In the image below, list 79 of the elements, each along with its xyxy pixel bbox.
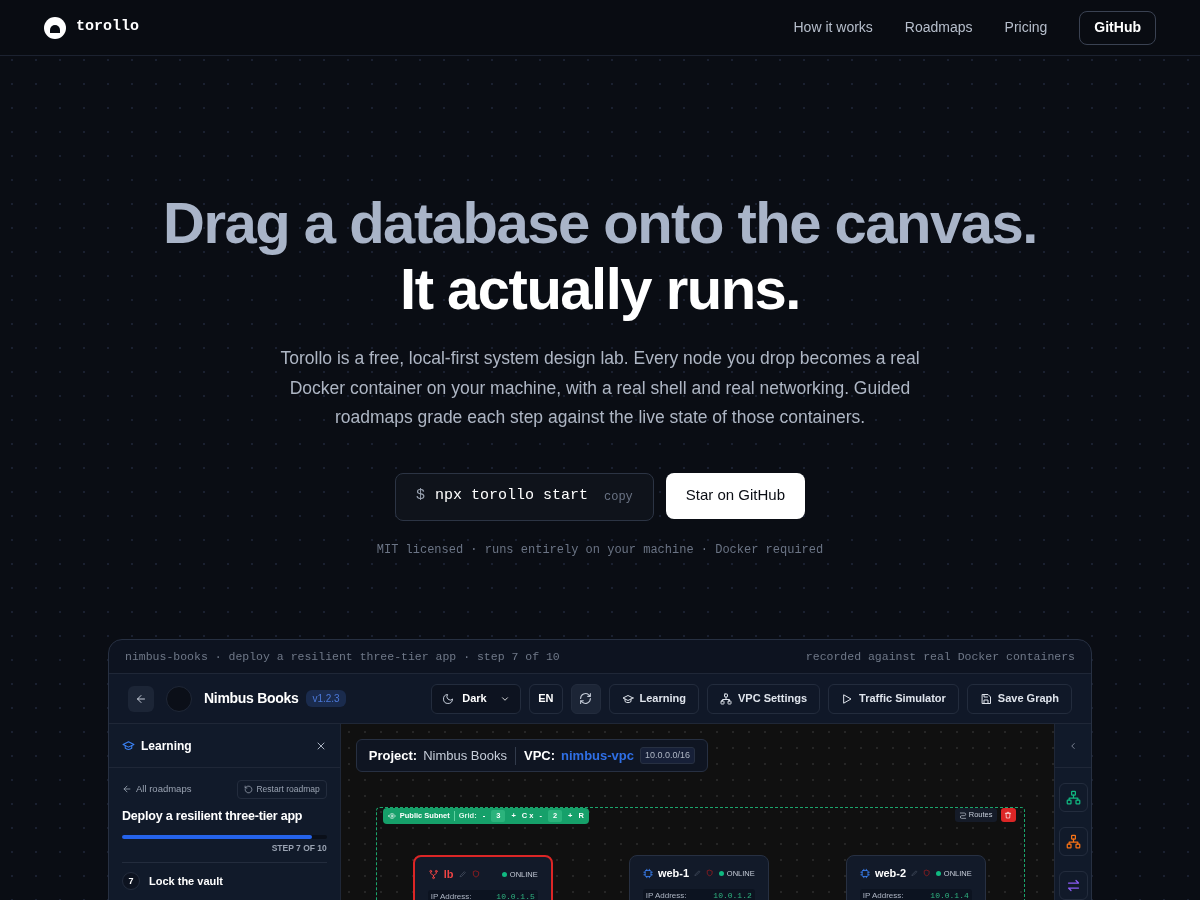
ip-label: IP Address: — [645, 889, 687, 900]
network-icon — [1065, 790, 1081, 805]
avatar — [166, 685, 192, 712]
ip-value: 10.0.1.4 — [930, 889, 969, 900]
command-field[interactable]: $ npx torollo start copy — [394, 472, 654, 521]
network-icon — [720, 692, 732, 705]
toolbar-button[interactable]: Save Graph — [966, 683, 1072, 714]
brand-name: torollo — [76, 17, 139, 38]
save-icon — [979, 692, 992, 705]
network-icon — [1065, 834, 1081, 849]
shield-icon — [923, 869, 931, 878]
cidr-badge: 10.0.0.0/16 — [640, 746, 696, 765]
hero-title: Drag a database onto the canvas. — [163, 190, 1037, 256]
chip-icon — [859, 867, 870, 879]
chevron-left-icon — [1068, 740, 1078, 751]
hero-description: Torollo is a free, local-first system design lab. Every node you drop becomes a real Docker container on your machine, with a real shell and real networking. Guided roadmaps grade each step against the live state of those containers. — [279, 347, 921, 429]
hero-footnote: MIT licensed · runs entirely on your machine · Docker required — [376, 541, 824, 559]
step-number: 7 — [122, 872, 140, 891]
refresh-icon — [579, 692, 593, 705]
ip-label: IP Address: — [862, 889, 904, 900]
tool-button[interactable] — [1058, 871, 1088, 900]
pencil-icon — [458, 870, 467, 879]
nav-link[interactable]: How it works — [793, 17, 873, 38]
load-balancer-icon — [427, 868, 439, 880]
delete-button[interactable] — [1000, 808, 1016, 822]
pencil-icon — [694, 869, 702, 878]
ip-value: 10.0.1.5 — [496, 890, 535, 900]
toolbar-button[interactable]: Learning — [608, 683, 699, 714]
github-button[interactable]: GitHub — [1079, 10, 1156, 45]
toolbar-button[interactable]: VPC Settings — [707, 683, 821, 714]
demo-caption: recorded against real Docker containers — [805, 648, 1075, 665]
panel-title: Learning — [141, 737, 192, 755]
back-link[interactable]: All roadmaps — [122, 782, 192, 797]
toolbar-button[interactable]: Traffic Simulator — [828, 683, 959, 714]
back-arrow-icon — [122, 784, 132, 795]
star-button[interactable]: Star on GitHub — [665, 472, 806, 519]
tool-button[interactable] — [1058, 827, 1088, 856]
tool-button[interactable] — [1058, 783, 1088, 812]
eye-icon — [387, 812, 396, 820]
shield-icon — [706, 869, 714, 878]
moon-icon — [442, 692, 455, 705]
routes-icon — [958, 811, 967, 819]
node-name: web-1 — [657, 866, 690, 881]
theme-select[interactable]: Dark — [431, 683, 522, 714]
node-name: web-2 — [874, 866, 907, 881]
demo-caption: nimbus-books · deploy a resilient three-tier app · step 7 of 10 — [125, 648, 560, 665]
refresh-button[interactable] — [570, 683, 601, 714]
back-arrow-icon — [135, 692, 147, 705]
vpc-value: nimbus-vpc — [561, 746, 634, 765]
chip-icon — [642, 867, 653, 879]
project-name: Nimbus Books — [204, 689, 299, 708]
prompt-symbol: $ — [415, 486, 425, 507]
project-value: Nimbus Books — [423, 746, 507, 765]
version-badge: v1.2.3 — [306, 690, 346, 707]
pencil-icon — [911, 869, 919, 878]
command-text: npx torollo start — [434, 486, 588, 507]
project-label: Project: — [368, 746, 418, 765]
graduation-cap-icon — [621, 692, 634, 705]
step-title: Lock the vault — [149, 874, 223, 889]
graduation-cap-icon — [122, 739, 135, 752]
logo-icon — [44, 16, 66, 39]
vpc-label: VPC: — [524, 746, 556, 765]
shield-icon — [471, 870, 480, 879]
swap-arrows-icon — [1065, 878, 1081, 893]
nav-link[interactable]: Roadmaps — [904, 17, 973, 38]
ip-label: IP Address: — [430, 890, 472, 900]
copy-link[interactable]: copy — [604, 487, 633, 506]
roadmap-title: Deploy a resilient three-tier app — [122, 807, 304, 825]
language-button[interactable]: EN — [529, 683, 563, 714]
restart-icon — [244, 784, 254, 794]
trash-icon — [1004, 811, 1013, 819]
ip-value: 10.0.1.2 — [713, 889, 752, 900]
hero-title: It actually runs. — [400, 256, 800, 322]
back-button[interactable] — [128, 685, 154, 712]
step-counter: STEP 7 OF 10 — [270, 841, 327, 855]
nav-link[interactable]: Pricing — [1004, 17, 1048, 38]
play-icon — [841, 692, 854, 705]
node-name: lb — [443, 867, 454, 882]
restart-button[interactable]: Restart roadmap — [237, 780, 327, 799]
